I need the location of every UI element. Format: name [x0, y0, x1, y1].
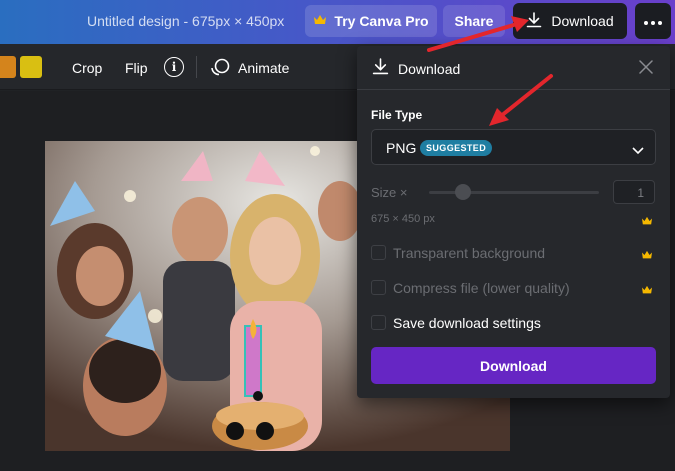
option-label: Compress file (lower quality) — [393, 280, 570, 296]
option-label: Transparent background — [393, 245, 546, 261]
flip-button[interactable]: Flip — [125, 60, 148, 76]
checkbox[interactable] — [371, 315, 386, 330]
color-swatch-yellow[interactable] — [20, 56, 42, 78]
suggested-badge: SUGGESTED — [420, 140, 493, 156]
crown-icon — [641, 213, 653, 231]
option-label: Save download settings — [393, 315, 541, 331]
download-submit-button[interactable]: Download — [371, 347, 656, 384]
download-panel: Download File Type PNG SUGGESTED Size × … — [357, 46, 670, 398]
transparent-background-option[interactable]: Transparent background — [371, 242, 661, 264]
output-dimensions: 675 × 450 px — [371, 213, 435, 225]
crown-icon — [641, 247, 653, 265]
file-type-select[interactable]: PNG SUGGESTED — [371, 129, 656, 165]
download-icon — [372, 58, 389, 80]
chevron-down-icon — [632, 142, 644, 160]
compress-file-option[interactable]: Compress file (lower quality) — [371, 277, 661, 299]
color-swatch-orange[interactable] — [0, 56, 16, 78]
try-canva-pro-button[interactable]: Try Canva Pro — [305, 5, 437, 37]
document-title[interactable]: Untitled design - 675px × 450px — [87, 13, 284, 29]
checkbox[interactable] — [371, 280, 386, 295]
more-dots-icon — [644, 12, 662, 30]
download-button[interactable]: Download — [513, 3, 627, 39]
download-panel-header: Download — [357, 46, 670, 90]
file-type-value: PNG — [386, 140, 417, 156]
checkbox[interactable] — [371, 245, 386, 260]
crop-button[interactable]: Crop — [72, 60, 102, 76]
size-label: Size × — [371, 185, 408, 200]
file-type-label: File Type — [371, 108, 423, 122]
more-options-button[interactable] — [635, 3, 671, 39]
toolbar-divider — [196, 56, 197, 78]
info-icon[interactable]: i — [164, 57, 184, 77]
size-slider-thumb[interactable] — [455, 184, 471, 200]
share-button[interactable]: Share — [443, 5, 505, 37]
crown-icon — [641, 282, 653, 300]
size-input[interactable]: 1 — [613, 180, 655, 204]
top-bar: Untitled design - 675px × 450px Try Canv… — [0, 0, 675, 44]
close-icon[interactable] — [639, 60, 653, 79]
animate-button[interactable]: Animate — [238, 60, 289, 76]
animate-icon[interactable] — [210, 58, 230, 81]
save-download-settings-option[interactable]: Save download settings — [371, 312, 661, 334]
crown-icon — [313, 13, 327, 29]
download-icon — [526, 11, 542, 31]
try-canva-pro-label: Try Canva Pro — [334, 13, 429, 29]
download-button-label: Download — [551, 13, 614, 29]
download-panel-title: Download — [398, 61, 461, 77]
